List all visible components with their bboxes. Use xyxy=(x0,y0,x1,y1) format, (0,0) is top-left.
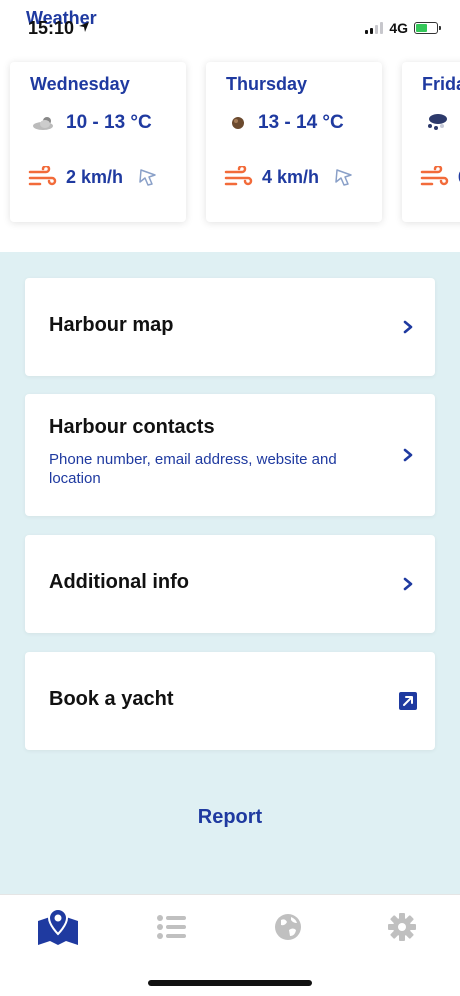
wind-icon xyxy=(28,166,57,186)
wind-direction-icon xyxy=(335,169,352,186)
external-link-icon xyxy=(399,692,417,710)
forecast-wind: 2 km/h xyxy=(66,166,124,187)
home-indicator[interactable] xyxy=(148,980,312,986)
forecast-day: Thursday xyxy=(226,74,308,94)
harbour-menu: Harbour map Harbour contacts Phone numbe… xyxy=(0,252,460,894)
book-yacht-button[interactable]: Book a yacht xyxy=(25,652,435,750)
forecast-wind: 4 km/h xyxy=(262,166,320,187)
wind-icon xyxy=(224,166,253,186)
forecast-card-wednesday[interactable]: Wednesday 10 - 13 °C 2 km/h xyxy=(10,62,186,222)
harbour-map-label: Harbour map xyxy=(49,314,174,336)
harbour-contacts-subtitle: Phone number, email address, website and… xyxy=(49,451,337,487)
tab-settings[interactable] xyxy=(378,903,426,951)
cloud-sun-icon xyxy=(33,117,53,130)
globe-icon xyxy=(275,914,301,940)
forecast-card-friday[interactable]: Frida 6 xyxy=(402,62,460,222)
book-yacht-label: Book a yacht xyxy=(49,688,174,710)
sun-icon xyxy=(232,117,244,129)
tab-list[interactable] xyxy=(148,903,196,951)
list-icon xyxy=(157,915,186,939)
forecast-day: Wednesday xyxy=(30,74,130,94)
harbour-contacts-button[interactable]: Harbour contacts Phone number, email add… xyxy=(25,394,435,516)
forecast-day: Frida xyxy=(422,74,460,94)
tab-globe[interactable] xyxy=(264,903,312,951)
status-time: 15:10 xyxy=(28,18,75,38)
report-button[interactable]: Report xyxy=(0,806,460,829)
forecast-strip[interactable]: Wednesday 10 - 13 °C 2 km/h Thursday 13 … xyxy=(0,44,460,252)
wind-direction-icon xyxy=(139,169,156,186)
additional-info-label: Additional info xyxy=(49,571,189,593)
battery-icon xyxy=(414,22,441,34)
status-indicators: 4G xyxy=(365,20,441,36)
wind-icon xyxy=(420,166,449,186)
chevron-right-icon xyxy=(403,448,413,462)
chevron-right-icon xyxy=(403,577,413,591)
map-pin-icon xyxy=(38,907,78,945)
forecast-card-thursday[interactable]: Thursday 13 - 14 °C 4 km/h xyxy=(206,62,382,222)
chevron-right-icon xyxy=(403,320,413,334)
rain-cloud-icon xyxy=(428,114,447,130)
harbour-map-button[interactable]: Harbour map xyxy=(25,278,435,376)
additional-info-button[interactable]: Additional info xyxy=(25,535,435,633)
gear-icon xyxy=(388,913,416,941)
signal-icon xyxy=(365,22,384,34)
network-type: 4G xyxy=(389,20,408,36)
forecast-temp: 13 - 14 °C xyxy=(258,112,344,133)
forecast-temp: 10 - 13 °C xyxy=(66,112,152,133)
location-arrow-icon xyxy=(79,22,89,32)
tab-map[interactable] xyxy=(34,903,82,951)
status-bar: Weather 15:10 4G xyxy=(0,0,460,44)
harbour-contacts-label: Harbour contacts xyxy=(49,416,215,438)
